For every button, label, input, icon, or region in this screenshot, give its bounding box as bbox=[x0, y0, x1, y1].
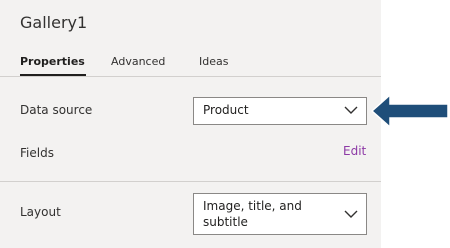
tab-properties[interactable]: Properties bbox=[20, 55, 85, 68]
fields-label: Fields bbox=[20, 146, 54, 160]
data-source-label: Data source bbox=[20, 103, 93, 117]
chevron-down-icon bbox=[344, 210, 358, 218]
data-source-value: Product bbox=[203, 103, 249, 117]
arrow-left-icon bbox=[370, 93, 449, 129]
tab-ideas[interactable]: Ideas bbox=[199, 55, 228, 68]
tab-advanced[interactable]: Advanced bbox=[111, 55, 165, 68]
data-source-dropdown[interactable]: Product bbox=[193, 97, 367, 125]
properties-panel: Gallery1 Properties Advanced Ideas Data … bbox=[0, 0, 381, 248]
tabs-divider bbox=[0, 76, 381, 77]
layout-dropdown[interactable]: Image, title, and subtitle bbox=[193, 193, 367, 235]
fields-edit-link[interactable]: Edit bbox=[343, 144, 366, 158]
layout-value-line1: Image, title, and bbox=[203, 199, 302, 213]
chevron-down-icon bbox=[344, 106, 358, 114]
layout-value-line2: subtitle bbox=[203, 215, 248, 229]
layout-label: Layout bbox=[20, 205, 61, 219]
section-divider bbox=[0, 181, 381, 182]
control-name-title: Gallery1 bbox=[20, 13, 88, 32]
